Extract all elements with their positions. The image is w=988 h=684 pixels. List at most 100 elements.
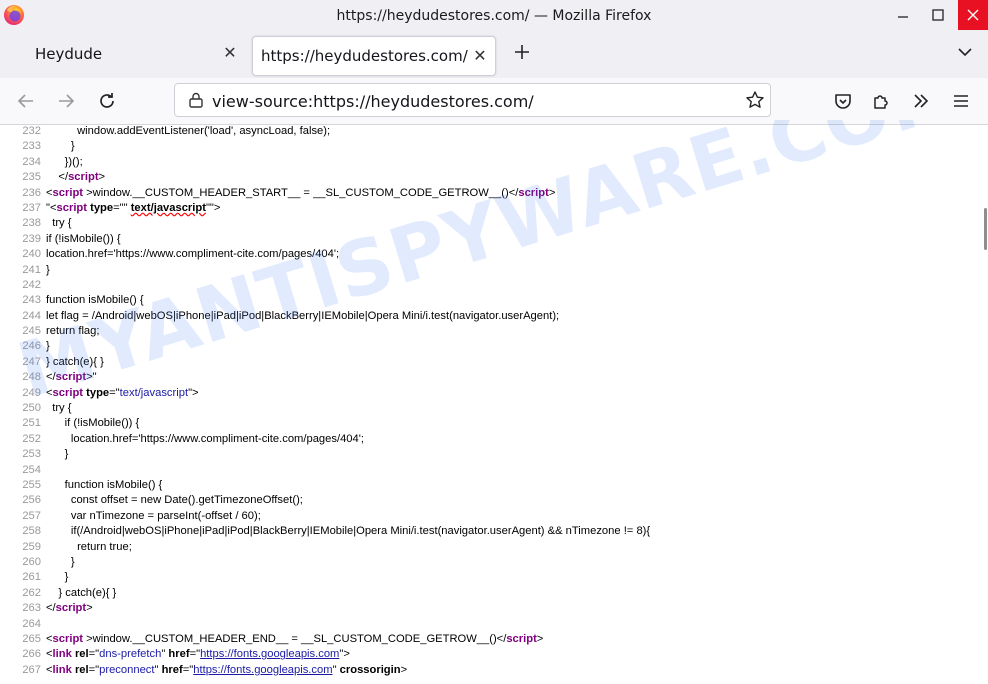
source-line: 245 return flag; [0, 324, 982, 339]
source-code-text: } [46, 555, 75, 568]
line-number: 241 [22, 263, 41, 276]
source-line: 249 <script type="text/javascript"> [0, 386, 982, 401]
source-code-text: if (!isMobile()) { [46, 232, 121, 245]
source-code-text: const offset = new Date().getTimezoneOff… [46, 494, 303, 507]
address-bar[interactable]: view-source:https://heydudestores.com/ [174, 83, 771, 117]
tab-label: https://heydudestores.com/ [261, 47, 468, 65]
line-number: 258 [22, 525, 41, 538]
line-number: 235 [22, 171, 41, 184]
source-line: 253 } [0, 447, 982, 462]
source-code-text: return true; [46, 540, 132, 553]
source-code-text: function isMobile() { [46, 478, 163, 491]
source-line: 237 "<script type="" text/javascript""> [0, 201, 982, 216]
source-line: 233 } [0, 139, 982, 154]
line-number: 264 [22, 617, 41, 630]
source-code-text: } [46, 571, 69, 584]
forward-arrow-icon[interactable] [55, 90, 77, 112]
source-line: 261 } [0, 570, 982, 585]
address-bar-text[interactable]: view-source:https://heydudestores.com/ [212, 92, 534, 111]
source-line: 267 <link rel="preconnect" href="https://… [0, 663, 982, 678]
source-code-text: } catch(e){ } [46, 355, 104, 368]
source-code-text: let flag = /Android|webOS|iPhone|iPad|iP… [46, 309, 560, 322]
line-number: 255 [22, 478, 41, 491]
close-window-button[interactable] [958, 0, 988, 30]
page-info-icon[interactable] [187, 91, 205, 109]
bookmark-star-icon[interactable] [745, 90, 765, 110]
source-code-text: </script> [46, 171, 106, 184]
line-number: 240 [22, 248, 41, 261]
source-code-text: })(); [46, 155, 83, 168]
tab-close-icon[interactable]: ✕ [221, 44, 239, 62]
source-line: 256 const offset = new Date().getTimezon… [0, 493, 982, 508]
line-number: 249 [22, 386, 41, 399]
line-number: 233 [22, 140, 41, 153]
source-code-text: function isMobile() { [46, 294, 144, 307]
close-icon [967, 9, 979, 21]
source-code-text: <script >window.__CUSTOM_HEADER_END__ = … [46, 632, 544, 645]
source-line: 240 location.href='https://www.compliment… [0, 247, 982, 262]
tab-view-source[interactable]: https://heydudestores.com/ ✕ [252, 36, 496, 76]
line-number: 244 [22, 309, 41, 322]
source-code-text: } [46, 140, 75, 153]
hamburger-menu-icon[interactable] [950, 90, 972, 112]
source-code-text: } [46, 340, 50, 353]
source-line: 257 var nTimezone = parseInt(-offset / 6… [0, 509, 982, 524]
minimize-icon [898, 16, 908, 18]
source-code-text: <link rel="preconnect" href="https://fon… [46, 663, 408, 676]
tab-strip: Heydude ✕ https://heydudestores.com/ ✕ [0, 34, 988, 78]
source-code-text: location.href='https://www.compliment-ci… [46, 248, 340, 261]
line-number: 251 [22, 417, 41, 430]
new-tab-plus-icon[interactable] [510, 40, 534, 64]
source-code-text: <script type="text/javascript"> [46, 386, 199, 399]
line-number: 257 [22, 509, 41, 522]
source-line: 251 if (!isMobile()) { [0, 416, 982, 431]
line-number: 252 [22, 432, 41, 445]
source-code-text: </script>" [46, 371, 97, 384]
source-line: 263 </script> [0, 601, 982, 616]
line-number: 250 [22, 402, 41, 415]
tab-label: Heydude [35, 45, 103, 63]
source-line: 260 } [0, 555, 982, 570]
navigation-toolbar: view-source:https://heydudestores.com/ [0, 78, 988, 125]
source-line: 234 })(); [0, 155, 982, 170]
reload-icon[interactable] [96, 90, 118, 112]
scrollbar-thumb[interactable] [984, 208, 987, 250]
line-number: 242 [22, 278, 41, 291]
source-code-text: </script> [46, 602, 93, 615]
line-number: 259 [22, 540, 41, 553]
source-code-text: } [46, 448, 69, 461]
line-number: 232 [22, 125, 41, 137]
line-number: 236 [22, 186, 41, 199]
line-number: 260 [22, 555, 41, 568]
source-line: 252 location.href='https://www.complimen… [0, 432, 982, 447]
source-line: 250 try { [0, 401, 982, 416]
line-number: 234 [22, 155, 41, 168]
back-arrow-icon[interactable] [15, 90, 37, 112]
view-source-content[interactable]: 232 window.addEventListener('load', asyn… [0, 124, 982, 684]
source-code-text: try { [46, 217, 72, 230]
tab-heydude[interactable]: Heydude ✕ [21, 34, 245, 74]
source-code-text: if (!isMobile()) { [46, 417, 140, 430]
line-number: 254 [22, 463, 41, 476]
extensions-puzzle-icon[interactable] [870, 90, 892, 112]
source-code-text: <link rel="dns-prefetch" href="https://f… [46, 648, 350, 661]
pocket-icon[interactable] [832, 90, 854, 112]
source-code-text: window.addEventListener('load', asyncLoa… [46, 125, 331, 137]
source-code-text: } catch(e){ } [46, 586, 117, 599]
source-line: 266 <link rel="dns-prefetch" href="https:… [0, 647, 982, 662]
line-number: 237 [22, 201, 41, 214]
source-line: 244 let flag = /Android|webOS|iPhone|iPad… [0, 309, 982, 324]
window-titlebar: https://heydudestores.com/ — Mozilla Fir… [0, 0, 988, 34]
source-line: 259 return true; [0, 540, 982, 555]
maximize-button[interactable] [923, 0, 953, 30]
more-tools-chevrons-icon[interactable] [910, 90, 932, 112]
source-line: 246} [0, 339, 982, 354]
list-all-tabs-chevron-down-icon[interactable] [955, 42, 975, 62]
source-line: 241} [0, 263, 982, 278]
minimize-button[interactable] [888, 0, 918, 30]
line-number: 246 [22, 340, 41, 353]
source-line: 254 [0, 463, 982, 478]
line-number: 262 [22, 586, 41, 599]
tab-close-icon[interactable]: ✕ [471, 47, 489, 65]
window-title: https://heydudestores.com/ — Mozilla Fir… [336, 8, 652, 24]
